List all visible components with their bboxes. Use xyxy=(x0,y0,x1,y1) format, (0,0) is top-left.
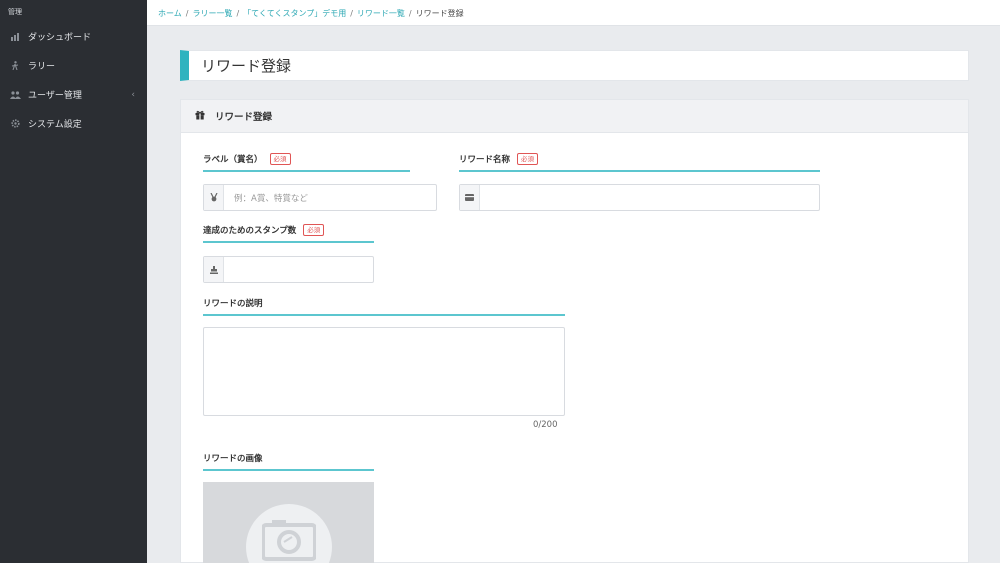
sidebar-item-dashboard[interactable]: ダッシュボード xyxy=(0,22,147,51)
sidebar-item-label: ユーザー管理 xyxy=(28,91,82,101)
stamp-count-input[interactable] xyxy=(203,256,374,283)
chevron-left-icon: ‹ xyxy=(131,89,135,100)
description-textarea[interactable] xyxy=(203,327,565,416)
stamps-field-label: 達成のためのスタンプ数 必須 xyxy=(203,224,374,243)
breadcrumb: ホーム / ラリー一覧 / 「てくてくスタンプ」デモ用 / リワード一覧 / リ… xyxy=(147,0,1000,26)
breadcrumb-rally[interactable]: 「てくてくスタンプ」デモ用 xyxy=(243,8,346,19)
page-header: リワード登録 xyxy=(180,50,969,81)
sidebar-item-label: ラリー xyxy=(28,62,56,72)
placeholder-text xyxy=(480,185,490,210)
gift-icon xyxy=(195,110,205,123)
required-badge: 必須 xyxy=(269,153,291,165)
reward-label-input[interactable]: 例：A賞、特賞など xyxy=(203,184,437,211)
page-title: リワード登録 xyxy=(201,57,292,75)
field-label-text: ラベル（賞名） xyxy=(203,155,263,165)
sidebar-item-rally[interactable]: ラリー xyxy=(0,51,147,80)
card-header: リワード登録 xyxy=(181,100,968,133)
sidebar-item-label: システム設定 xyxy=(28,120,82,130)
field-label-text: リワードの画像 xyxy=(203,454,263,464)
field-label-text: 達成のためのスタンプ数 xyxy=(203,226,297,236)
field-label-text: リワードの説明 xyxy=(203,299,263,309)
breadcrumb-rally-list[interactable]: ラリー一覧 xyxy=(192,8,232,19)
name-field-label: リワード名称 必須 xyxy=(459,153,820,172)
breadcrumb-separator: / xyxy=(236,8,240,18)
description-field-label: リワードの説明 xyxy=(203,297,565,316)
breadcrumb-separator: / xyxy=(185,8,189,18)
card-title: リワード登録 xyxy=(215,112,273,123)
character-counter: 0/200 xyxy=(533,420,558,430)
stamp-icon xyxy=(204,257,224,282)
sidebar-brand: 管理 xyxy=(8,8,22,16)
breadcrumb-separator: / xyxy=(350,8,353,18)
sidebar-item-settings[interactable]: システム設定 xyxy=(0,109,147,138)
required-badge: 必須 xyxy=(303,224,325,236)
medal-icon xyxy=(204,185,224,210)
chart-icon xyxy=(8,32,22,41)
users-icon xyxy=(8,90,22,99)
breadcrumb-reward-list[interactable]: リワード一覧 xyxy=(357,8,405,19)
placeholder-text xyxy=(224,257,234,282)
field-label-text: リワード名称 xyxy=(459,155,511,165)
label-field-label: ラベル（賞名） 必須 xyxy=(203,153,410,172)
breadcrumb-current: リワード登録 xyxy=(415,8,464,18)
walk-icon xyxy=(8,61,22,70)
sidebar-item-label: ダッシュボード xyxy=(28,33,92,43)
required-badge: 必須 xyxy=(517,153,539,165)
reward-form-card: リワード登録 ラベル（賞名） 必須 例：A賞、特賞など リワード名称 必須 達成… xyxy=(180,99,969,563)
gear-icon xyxy=(8,119,22,128)
image-upload-area[interactable] xyxy=(203,482,374,563)
breadcrumb-separator: / xyxy=(408,8,412,18)
sidebar-item-users[interactable]: ユーザー管理 ‹ xyxy=(0,80,147,109)
sidebar: 管理 ダッシュボード ラリー ユーザー管理 ‹ システム設定 xyxy=(0,0,147,563)
placeholder-text: 例：A賞、特賞など xyxy=(234,193,308,204)
camera-icon xyxy=(262,520,316,561)
reward-name-input[interactable] xyxy=(459,184,820,211)
breadcrumb-home[interactable]: ホーム xyxy=(158,8,182,19)
image-field-label: リワードの画像 xyxy=(203,452,374,471)
topbar: ホーム / ラリー一覧 / 「てくてくスタンプ」デモ用 / リワード一覧 / リ… xyxy=(147,0,1000,26)
card-icon xyxy=(460,185,480,210)
